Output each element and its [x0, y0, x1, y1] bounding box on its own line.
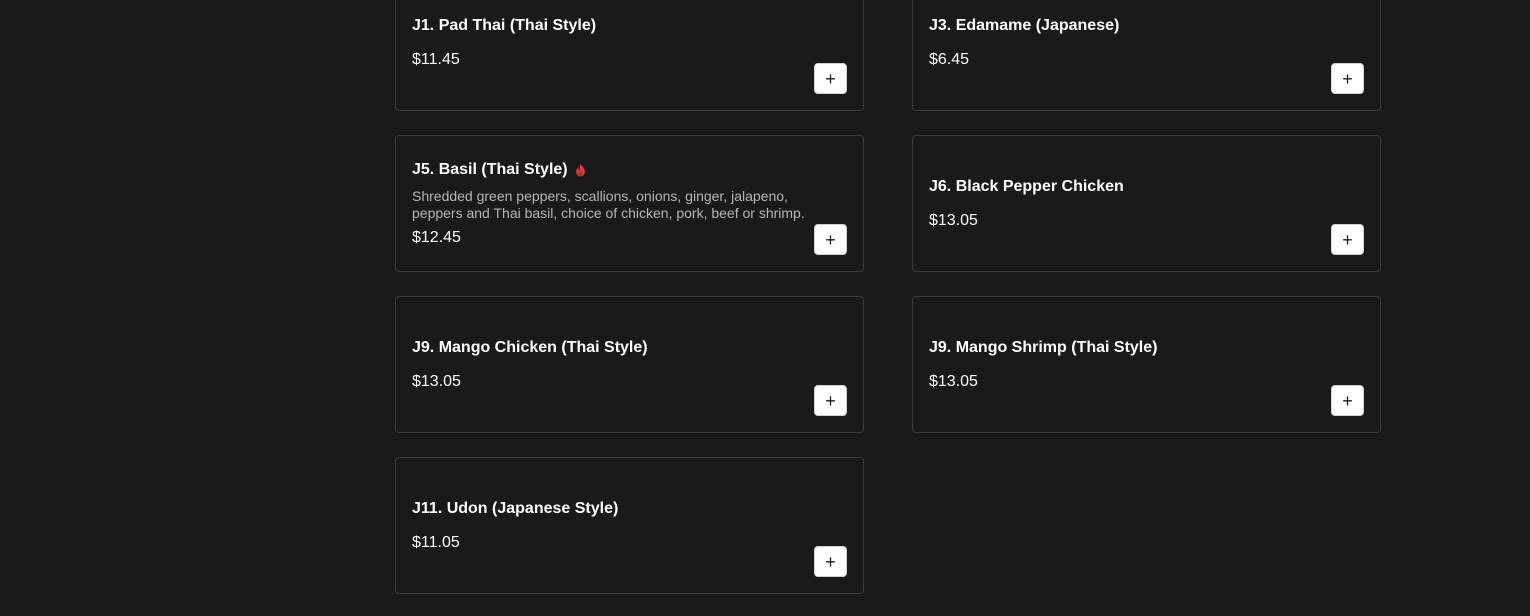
menu-item-price: $11.45	[412, 50, 460, 68]
flame-icon	[574, 163, 587, 177]
menu-item-title: J9. Mango Shrimp (Thai Style)	[929, 338, 1364, 358]
add-to-cart-button[interactable]: +	[1331, 63, 1364, 94]
add-to-cart-button[interactable]: +	[814, 546, 847, 577]
menu-item-card[interactable]: J3. Edamame (Japanese) $6.45 +	[912, 0, 1381, 111]
menu-item-price: $6.45	[929, 50, 970, 68]
menu-item-title: J11. Udon (Japanese Style)	[412, 499, 847, 519]
menu-item-title: J1. Pad Thai (Thai Style)	[412, 16, 847, 36]
menu-item-price: $13.05	[412, 372, 461, 390]
menu-item-card[interactable]: J1. Pad Thai (Thai Style) $11.45 +	[395, 0, 864, 111]
menu-item-name: J3. Edamame (Japanese)	[929, 16, 1120, 34]
menu-item-name: J9. Mango Shrimp (Thai Style)	[929, 338, 1158, 356]
add-to-cart-button[interactable]: +	[814, 224, 847, 255]
add-to-cart-button[interactable]: +	[814, 63, 847, 94]
menu-item-price: $13.05	[929, 372, 978, 390]
menu-item-card[interactable]: J6. Black Pepper Chicken $13.05 +	[912, 135, 1381, 272]
menu-item-description: Shredded green peppers, scallions, onion…	[412, 187, 805, 221]
menu-item-name: J1. Pad Thai (Thai Style)	[412, 16, 597, 34]
menu-item-title: J5. Basil (Thai Style)	[412, 160, 847, 180]
add-to-cart-button[interactable]: +	[1331, 385, 1364, 416]
menu-item-title: J9. Mango Chicken (Thai Style)	[412, 338, 847, 358]
menu-item-price: $13.05	[929, 211, 978, 229]
add-to-cart-button[interactable]: +	[814, 385, 847, 416]
menu-item-card[interactable]: J9. Mango Chicken (Thai Style) $13.05 +	[395, 296, 864, 433]
menu-item-price: $11.05	[412, 533, 460, 551]
menu-item-price: $12.45	[412, 228, 461, 246]
add-to-cart-button[interactable]: +	[1331, 224, 1364, 255]
menu-grid: J1. Pad Thai (Thai Style) $11.45 + J3. E…	[395, 0, 1381, 594]
menu-item-name: J9. Mango Chicken (Thai Style)	[412, 338, 648, 356]
menu-item-card[interactable]: J9. Mango Shrimp (Thai Style) $13.05 +	[912, 296, 1381, 433]
menu-item-title: J6. Black Pepper Chicken	[929, 177, 1364, 197]
menu-item-card[interactable]: J11. Udon (Japanese Style) $11.05 +	[395, 457, 864, 594]
menu-item-name: J11. Udon (Japanese Style)	[412, 499, 619, 517]
menu-item-card[interactable]: J5. Basil (Thai Style) Shredded green pe…	[395, 135, 864, 272]
menu-item-name: J5. Basil (Thai Style)	[412, 160, 568, 178]
menu-item-name: J6. Black Pepper Chicken	[929, 177, 1124, 195]
menu-item-title: J3. Edamame (Japanese)	[929, 16, 1364, 36]
